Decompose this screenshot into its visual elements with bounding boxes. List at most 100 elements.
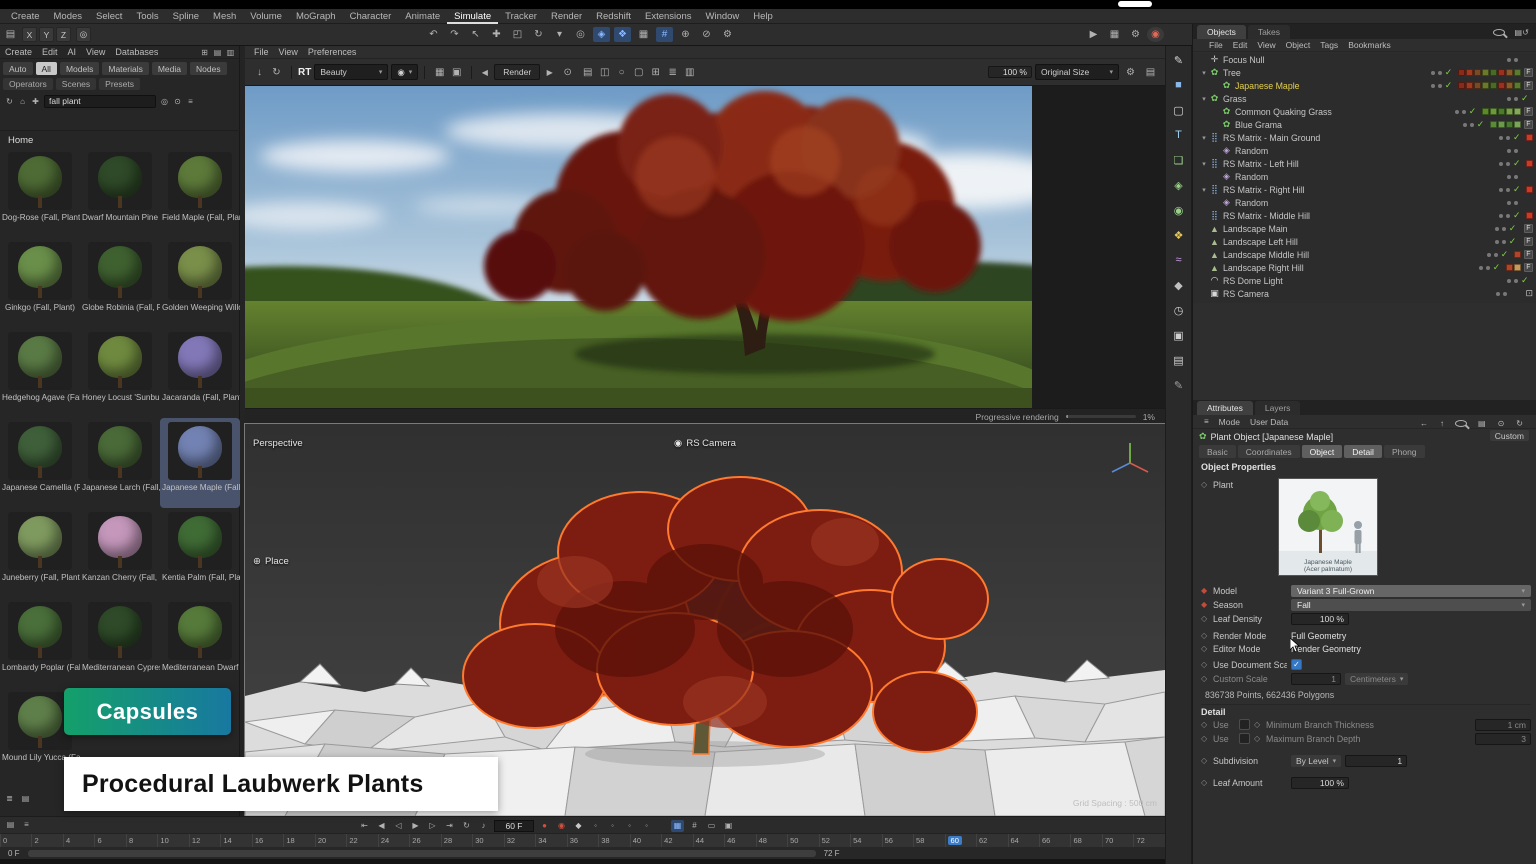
model-dropdown[interactable]: Variant 3 Full-Grown▾ xyxy=(1291,585,1531,597)
volume-builder-icon[interactable]: ◉ xyxy=(1170,202,1188,218)
render-visibility-dot[interactable] xyxy=(1462,110,1466,114)
ruler-tick[interactable]: 22 xyxy=(346,834,377,847)
render-menu-icon[interactable]: ▤ xyxy=(1142,65,1159,80)
asset-item[interactable]: Lombardy Poplar (Fall... xyxy=(0,598,80,688)
ruler-tick[interactable]: 70 xyxy=(1102,834,1133,847)
object-row[interactable]: ▲ Landscape Right Hill F xyxy=(1193,261,1536,274)
ruler-tick[interactable]: 58 xyxy=(913,834,944,847)
axis-lock-button[interactable]: Z xyxy=(56,27,71,42)
subdivision-dropdown[interactable]: By Level▾ xyxy=(1291,755,1341,767)
lock-icon[interactable]: ⊙ xyxy=(171,95,184,107)
object-label[interactable]: Random xyxy=(1235,146,1268,156)
panel-tab[interactable]: Layers xyxy=(1255,401,1301,415)
param-diamond-icon[interactable]: ◇ xyxy=(1201,756,1209,765)
object-label[interactable]: Random xyxy=(1235,198,1268,208)
menu-item[interactable]: Select xyxy=(89,9,129,24)
editor-visibility-dot[interactable] xyxy=(1507,175,1511,179)
refresh-icon[interactable]: ↻ xyxy=(3,95,16,107)
material-tag-chips[interactable] xyxy=(1505,264,1521,271)
enable-check-icon[interactable] xyxy=(1493,262,1502,273)
browser-menu-icon[interactable]: ≡ xyxy=(184,95,197,107)
asset-filter-button[interactable]: Models xyxy=(60,62,99,75)
menu-item[interactable]: Simulate xyxy=(447,9,498,24)
ruler-tick[interactable]: 30 xyxy=(472,834,503,847)
camera-icon[interactable]: ▣ xyxy=(1170,327,1188,343)
render-visibility-dot[interactable] xyxy=(1514,58,1518,62)
expand-toggle-icon[interactable]: ▾ xyxy=(1199,134,1209,142)
section-detail[interactable]: Detail xyxy=(1201,704,1531,717)
enable-check-icon[interactable] xyxy=(1521,275,1530,286)
object-row[interactable]: ▾ ⣿ RS Matrix - Right Hill xyxy=(1193,183,1536,196)
display-filter-icon[interactable]: ▦ xyxy=(431,65,448,80)
menu-item[interactable]: Tracker xyxy=(498,9,544,24)
plant-preview-thumbnail[interactable]: Japanese Maple (Acer palmatum) xyxy=(1278,478,1378,576)
editor-visibility-dot[interactable] xyxy=(1431,84,1435,88)
panel-options-icon[interactable]: ▥ xyxy=(224,46,237,58)
render-visibility-dot[interactable] xyxy=(1494,253,1498,257)
range-slider[interactable] xyxy=(28,850,816,857)
param-diamond-icon[interactable]: ◇ xyxy=(1201,734,1209,743)
camera-toggle-icon[interactable]: ⊡ xyxy=(1525,288,1533,299)
season-dropdown[interactable]: Fall▾ xyxy=(1291,599,1531,611)
asset-filter-button[interactable]: Auto xyxy=(3,62,33,75)
enable-check-icon[interactable] xyxy=(1509,236,1518,247)
fullscreen-icon[interactable]: ⊞ xyxy=(647,65,664,80)
object-label[interactable]: Focus Null xyxy=(1223,55,1265,65)
layout-icon[interactable]: ▤ xyxy=(211,46,224,58)
object-row[interactable]: ⣿ RS Matrix - Middle Hill xyxy=(1193,209,1536,222)
panel-menu-icon[interactable]: ▤ xyxy=(2,27,19,42)
dock-icon[interactable]: ⊞ xyxy=(198,46,211,58)
redo-icon[interactable]: ↷ xyxy=(446,27,463,42)
ruler-tick[interactable]: 14 xyxy=(220,834,251,847)
ruler-tick[interactable]: 50 xyxy=(787,834,818,847)
ruler-tick[interactable]: 62 xyxy=(976,834,1007,847)
param-diamond-icon[interactable]: ◇ xyxy=(1201,614,1209,623)
render-visibility-dot[interactable] xyxy=(1506,214,1510,218)
attribute-tab[interactable]: Basic xyxy=(1199,445,1236,458)
display-icon[interactable]: ▤ xyxy=(1170,352,1188,368)
render-visibility-dot[interactable] xyxy=(1514,149,1518,153)
asset-menu-item[interactable]: AI xyxy=(63,47,82,57)
ruler-tick[interactable]: 2 xyxy=(31,834,62,847)
sound-icon[interactable]: ♪ xyxy=(477,820,490,832)
refresh-icon[interactable]: ↻ xyxy=(1511,417,1528,429)
object-label[interactable]: RS Matrix - Left Hill xyxy=(1223,159,1299,169)
menu-item[interactable]: Tools xyxy=(129,9,165,24)
om-menu-item[interactable]: Edit xyxy=(1228,40,1253,50)
ruler-tick[interactable]: 26 xyxy=(409,834,440,847)
keyed-param-icon[interactable]: ◆ xyxy=(1201,600,1209,609)
panel-tab[interactable]: Objects xyxy=(1197,25,1246,39)
undo-icon[interactable]: ↶ xyxy=(425,27,442,42)
object-row[interactable]: ◈ Random xyxy=(1193,196,1536,209)
lock-icon[interactable]: ⊙ xyxy=(559,65,576,80)
editor-visibility-dot[interactable] xyxy=(1507,201,1511,205)
om-menu-item[interactable]: Bookmarks xyxy=(1343,40,1396,50)
object-label[interactable]: Grass xyxy=(1223,94,1246,104)
redshift-icon[interactable]: ◉ xyxy=(1147,27,1164,42)
object-row[interactable]: ✛ Focus Null xyxy=(1193,53,1536,66)
menu-item[interactable]: Spline xyxy=(166,9,206,24)
ruler-tick[interactable]: 52 xyxy=(819,834,850,847)
asset-item[interactable]: Globe Robinia (Fall, Pl... xyxy=(80,238,160,328)
history-icon[interactable]: ↻ xyxy=(268,65,285,80)
grid-snap-icon[interactable]: # xyxy=(656,27,673,42)
ab-compare-icon[interactable]: ◫ xyxy=(596,65,613,80)
object-row[interactable]: ◈ Random xyxy=(1193,170,1536,183)
ruler-tick[interactable]: 20 xyxy=(315,834,346,847)
asset-filter-button[interactable]: Operators xyxy=(3,78,53,90)
ruler-tick[interactable]: 66 xyxy=(1039,834,1070,847)
render-view-icon[interactable]: ▶ xyxy=(1085,27,1102,42)
view-mode-icon[interactable]: ◎ xyxy=(158,95,171,107)
render-pass-dropdown[interactable]: Beauty▾ xyxy=(314,64,388,80)
enable-check-icon[interactable] xyxy=(1509,223,1518,234)
param-diamond-icon[interactable]: ◇ xyxy=(1201,631,1209,640)
render-menu-item[interactable]: View xyxy=(274,47,303,57)
spline-wrap-icon[interactable]: ≈ xyxy=(1170,252,1188,268)
object-label[interactable]: RS Camera xyxy=(1223,289,1269,299)
enable-check-icon[interactable] xyxy=(1513,184,1522,195)
ruler-tick[interactable]: 8 xyxy=(126,834,157,847)
home-icon[interactable]: ⌂ xyxy=(16,95,29,107)
render-picture-viewer-icon[interactable]: ▦ xyxy=(1106,27,1123,42)
autokeying-icon[interactable]: ◉ xyxy=(555,820,568,832)
ruler-tick[interactable]: 32 xyxy=(504,834,535,847)
